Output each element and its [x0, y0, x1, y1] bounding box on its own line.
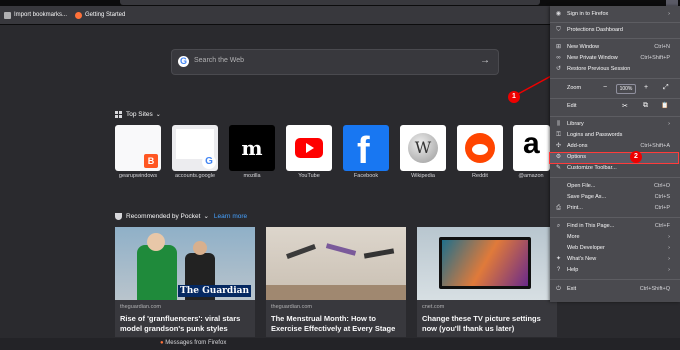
menu-label: Zoom: [567, 85, 582, 91]
menu-more[interactable]: More ›: [550, 233, 678, 243]
menu-shortcut: Ctrl+P: [654, 205, 670, 211]
menu-label: New Private Window: [567, 55, 618, 61]
menu-label: Find in This Page...: [567, 223, 615, 229]
zoom-reset-button[interactable]: 100%: [616, 84, 636, 94]
menu-label: New Window: [567, 44, 600, 50]
chevron-right-icon: ›: [668, 245, 670, 251]
menu-divider: [550, 177, 680, 178]
menu-label: Sign in to Firefox: [567, 11, 609, 17]
menu-label: More: [567, 234, 580, 240]
menu-sign-in[interactable]: ◉ Sign in to Firefox ›: [550, 10, 678, 20]
menu-divider: [550, 98, 680, 99]
menu-customize[interactable]: ✎ Customize Toolbar...: [550, 164, 678, 174]
menu-restore-session[interactable]: ↺ Restore Previous Session: [550, 65, 678, 75]
menu-label: Add-ons: [567, 143, 588, 149]
menu-options[interactable]: ⚙ Options: [549, 152, 679, 164]
menu-exit[interactable]: ⏻ Exit Ctrl+Shift+Q: [550, 285, 678, 295]
menu-label: Open File...: [567, 183, 596, 189]
menu-label: Help: [567, 267, 579, 273]
gear-icon: ⚙: [555, 154, 562, 160]
new-window-icon: ⊞: [555, 44, 562, 50]
menu-label: Customize Toolbar...: [567, 165, 617, 171]
puzzle-icon: ✣: [555, 143, 562, 149]
menu-divider: [550, 22, 680, 23]
menu-label: Logins and Passwords: [567, 132, 623, 138]
annotation-badge: 2: [630, 151, 642, 163]
menu-label: Options: [567, 154, 586, 160]
chevron-right-icon: ›: [668, 256, 670, 262]
menu-logins[interactable]: ⚿ Logins and Passwords: [550, 131, 678, 141]
gift-icon: ✦: [555, 256, 562, 262]
annotation-badge: 1: [508, 91, 520, 103]
menu-web-developer[interactable]: Web Developer ›: [550, 244, 678, 254]
paste-icon[interactable]: 📋: [661, 102, 668, 109]
menu-divider: [550, 38, 680, 39]
menu-help[interactable]: ? Help ›: [550, 266, 678, 276]
menu-label: What's New: [567, 256, 597, 262]
menu-new-window[interactable]: ⊞ New Window Ctrl+N: [550, 43, 678, 53]
brush-icon: ✎: [555, 165, 562, 171]
menu-label: Exit: [567, 286, 577, 292]
menu-new-private[interactable]: ∞ New Private Window Ctrl+Shift+P: [550, 54, 678, 64]
library-icon: ⫼: [557, 121, 560, 127]
menu-find[interactable]: ⌕ Find in This Page... Ctrl+F: [550, 222, 678, 232]
fullscreen-icon[interactable]: ⤢: [663, 84, 669, 92]
menu-divider: [550, 78, 680, 79]
cut-icon[interactable]: ✂: [622, 102, 628, 110]
menu-print[interactable]: ⎙ Print... Ctrl+P: [550, 204, 678, 214]
account-icon: ◉: [555, 11, 562, 17]
chevron-right-icon: ›: [668, 121, 670, 127]
menu-divider: [550, 116, 680, 117]
menu-divider: [550, 279, 680, 280]
key-icon: ⚿: [556, 132, 561, 138]
menu-label: Web Developer: [567, 245, 605, 251]
menu-shortcut: Ctrl+O: [653, 183, 670, 189]
private-mask-icon: ∞: [556, 55, 561, 61]
chevron-right-icon: ›: [668, 11, 670, 17]
menu-open-file[interactable]: Open File... Ctrl+O: [550, 182, 678, 192]
menu-label: Protections Dashboard: [567, 27, 623, 33]
help-icon: ?: [556, 267, 561, 273]
shield-icon: ⛉: [556, 27, 561, 33]
menu-shortcut: Ctrl+N: [654, 44, 670, 50]
power-icon: ⏻: [556, 286, 561, 292]
menu-divider: [550, 217, 680, 218]
copy-icon[interactable]: ⧉: [643, 102, 648, 110]
menu-label: Library: [567, 121, 584, 127]
search-icon: ⌕: [556, 223, 561, 229]
print-icon: ⎙: [556, 205, 561, 211]
chevron-right-icon: ›: [668, 267, 670, 273]
menu-label: Print...: [567, 205, 583, 211]
menu-shortcut: Ctrl+Shift+Q: [639, 286, 670, 292]
menu-addons[interactable]: ✣ Add-ons Ctrl+Shift+A: [550, 142, 678, 152]
restore-icon: ↺: [555, 66, 562, 72]
menu-edit-row: Edit ✂ ⧉ 📋: [550, 102, 678, 112]
menu-zoom-row: Zoom − 100% + ⤢: [550, 84, 678, 94]
menu-save-page[interactable]: Save Page As... Ctrl+S: [550, 193, 678, 203]
menu-shortcut: Ctrl+Shift+A: [640, 143, 670, 149]
chevron-right-icon: ›: [668, 234, 670, 240]
menu-shortcut: Ctrl+S: [654, 194, 670, 200]
menu-whats-new[interactable]: ✦ What's New ›: [550, 255, 678, 265]
menu-library[interactable]: ⫼ Library ›: [550, 120, 678, 130]
menu-label: Edit: [567, 103, 577, 109]
zoom-in-button[interactable]: +: [644, 84, 648, 91]
zoom-out-button[interactable]: −: [603, 84, 607, 91]
menu-protections[interactable]: ⛉ Protections Dashboard: [550, 26, 678, 36]
menu-shortcut: Ctrl+F: [654, 223, 670, 229]
menu-label: Save Page As...: [567, 194, 607, 200]
firefox-main-menu: ◉ Sign in to Firefox › ⛉ Protections Das…: [549, 6, 680, 302]
menu-shortcut: Ctrl+Shift+P: [640, 55, 670, 61]
menu-label: Restore Previous Session: [567, 66, 631, 72]
